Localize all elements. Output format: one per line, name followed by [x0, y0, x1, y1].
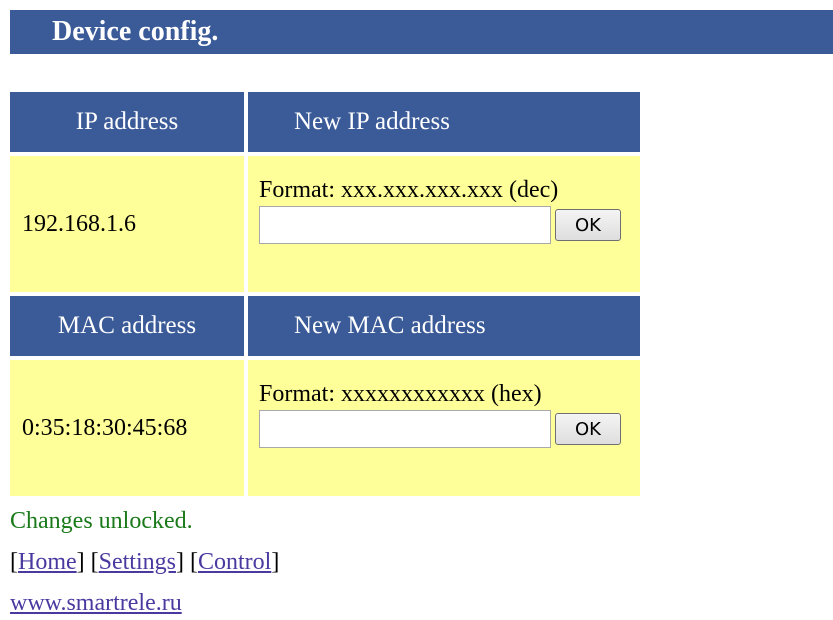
mac-format-hint: Format: xxxxxxxxxxxx (hex)	[259, 381, 542, 407]
ip-address-header: IP address	[10, 92, 244, 152]
new-ip-cell: Format: xxx.xxx.xxx.xxx (dec) OK	[248, 156, 640, 292]
footer: www.smartrele.ru	[10, 590, 182, 617]
new-mac-cell: Format: xxxxxxxxxxxx (hex) OK	[248, 360, 640, 496]
status-message: Changes unlocked.	[10, 508, 193, 534]
home-link[interactable]: Home	[18, 549, 77, 575]
ip-ok-button[interactable]: OK	[555, 209, 621, 241]
ip-format-hint: Format: xxx.xxx.xxx.xxx (dec)	[259, 177, 559, 203]
mac-header-row: MAC address New MAC address	[10, 296, 640, 356]
ip-header-row: IP address New IP address	[10, 92, 640, 152]
mac-input-row: OK	[259, 410, 640, 448]
site-link[interactable]: www.smartrele.ru	[10, 590, 182, 616]
page-title: Device config.	[10, 10, 833, 54]
mac-ok-button[interactable]: OK	[555, 413, 621, 445]
new-mac-input[interactable]	[259, 410, 551, 448]
config-table: IP address New IP address 192.168.1.6 Fo…	[6, 88, 644, 500]
control-link[interactable]: Control	[198, 549, 271, 575]
settings-link[interactable]: Settings	[99, 549, 176, 575]
new-ip-address-header: New IP address	[248, 92, 640, 152]
ip-value-row: 192.168.1.6 Format: xxx.xxx.xxx.xxx (dec…	[10, 156, 640, 292]
mac-value-row: 0:35:18:30:45:68 Format: xxxxxxxxxxxx (h…	[10, 360, 640, 496]
current-mac-value: 0:35:18:30:45:68	[10, 360, 244, 496]
current-ip-value: 192.168.1.6	[10, 156, 244, 292]
new-ip-input[interactable]	[259, 206, 551, 244]
ip-input-row: OK	[259, 206, 640, 244]
new-mac-address-header: New MAC address	[248, 296, 640, 356]
mac-address-header: MAC address	[10, 296, 244, 356]
nav-links: [Home] [Settings] [Control]	[10, 549, 280, 575]
